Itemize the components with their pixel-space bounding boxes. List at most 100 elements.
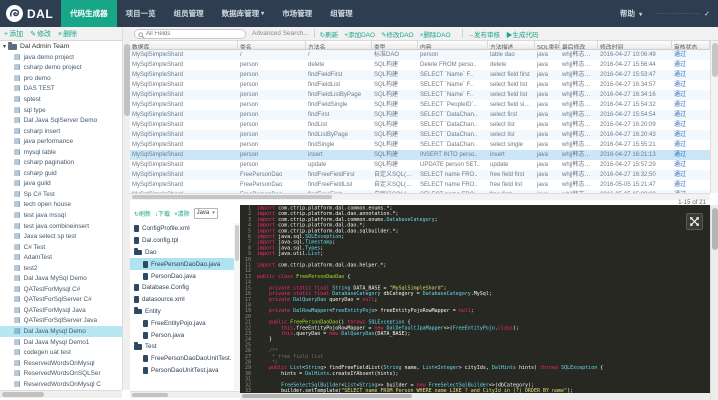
tree-item[interactable]: ▤ QATestForMysql C# [0,284,122,295]
table-row[interactable]: MySqlSimpleShard person update SQL构建 UPDATE … [130,160,710,170]
nav-item-数据库管理[interactable]: 数据库管理 ▾ [213,0,274,27]
column-header-4[interactable]: 内容 [418,41,488,49]
scrollbar-thumb[interactable] [132,393,168,397]
tree-item[interactable]: ▤ codegen uat test [0,347,122,358]
tree-item[interactable]: ▤ java guild [0,179,122,190]
table-row[interactable]: MySqlSimpleShard / / 标准DAO person table dao ja… [130,50,710,60]
table-row[interactable]: MySqlSimpleShard FreePersonDao findFreeFie… [130,170,710,180]
tree-item[interactable]: ▤ Dal Java Mysql Demo1 [0,337,122,348]
cell-审核状态[interactable]: 通过 [672,60,710,70]
help-menu[interactable]: 帮助 ▾ [620,8,642,19]
project-tree-vertical-scrollbar[interactable] [122,28,130,390]
tree-item[interactable]: ▤ Sp C# Test [0,189,122,200]
gen-下载-button[interactable]: ↓下载 [155,209,170,218]
column-header-5[interactable]: 方法描述 [488,41,535,49]
table-row[interactable]: MySqlSimpleShard person findFirst SQL构建 SELE… [130,110,710,120]
nav-item-项目一览[interactable]: 项目一览 [117,0,165,27]
cell-审核状态[interactable]: 通过 [672,90,710,100]
tree-item[interactable]: ▤ Dal Java SqlServer Demo [0,115,122,126]
tree-item[interactable]: ▤ test java combineinsert [0,221,122,232]
tree-item[interactable]: ▤ csharp pagination [0,157,122,168]
language-select[interactable]: Java ▾ [193,207,218,219]
gen-刷新-button[interactable]: ↻刷新 [134,209,151,218]
table-row[interactable]: MySqlSimpleShard person findFieldFirst SQL构… [130,70,710,80]
code-horizontal-scrollbar[interactable] [240,393,710,400]
dao-删除DAO-button[interactable]: ×删除DAO [420,29,451,39]
column-header-8[interactable]: 修改时间 [598,41,672,49]
column-header-7[interactable]: 最后修改 [560,41,598,49]
cell-审核状态[interactable]: 通过 [672,50,710,60]
tree-item[interactable]: ▤ QATestForSqlServer C# [0,295,122,306]
column-header-0[interactable]: 数据库 [130,41,238,49]
table-row[interactable]: MySqlSimpleShard person findFieldListByPag… [130,90,710,100]
tree-item[interactable]: ▤ DAS TEST [0,84,122,95]
file-tree-horizontal-scrollbar[interactable] [130,391,240,398]
code-vertical-scrollbar[interactable] [710,205,718,400]
tree-item[interactable]: ▤ test2 [0,263,122,274]
file-tree-file-FreePersonDaoDao.java[interactable]: FreePersonDaoDao.java [130,258,234,271]
cell-审核状态[interactable]: 通过 [672,100,710,110]
advanced-search-link[interactable]: Advanced Search... [252,30,309,37]
cell-审核状态[interactable]: 通过 [672,120,710,130]
search-input[interactable] [146,30,236,37]
file-tree-file-datasource.xml[interactable]: datasource.xml [130,294,234,306]
file-tree-file-FreeEntityPojo.java[interactable]: FreeEntityPojo.java [130,317,234,329]
tree-添加-button[interactable]: +添加 [4,29,23,39]
nav-item-组管理[interactable]: 组管理 [321,0,362,27]
tree-root-dal-admin-team[interactable]: ▾ Dal Admin Team [0,41,122,52]
cell-审核状态[interactable]: 通过 [672,130,710,140]
column-header-3[interactable]: 类型 [372,41,418,49]
scrollbar-thumb[interactable] [712,43,718,77]
file-tree-file-ConfigProfile.xml[interactable]: ConfigProfile.xml [130,223,234,235]
column-header-9[interactable]: 审核状态 [672,41,710,49]
cell-审核状态[interactable]: 通过 [672,110,710,120]
tree-item[interactable]: ▤ test java mssql [0,210,122,221]
tree-expander-icon[interactable]: ▾ [3,43,6,50]
column-header-1[interactable]: 类名 [238,41,306,49]
tree-item[interactable]: ▤ pro demo [0,73,122,84]
cell-审核状态[interactable]: 通过 [672,180,710,190]
tree-item[interactable]: ▤ mysql table [0,147,122,158]
tree-item[interactable]: ▤ AdamTest [0,252,122,263]
dao-修改DAO-button[interactable]: ✎修改DAO [381,29,414,39]
file-tree-file-Person.java[interactable]: Person.java [130,329,234,341]
nav-item-代码生成器[interactable]: 代码生成器 [61,0,117,27]
file-tree-folder-Entity[interactable]: Entity [130,306,234,318]
cell-审核状态[interactable]: 通过 [672,170,710,180]
method-table-vertical-scrollbar[interactable] [710,41,718,193]
tree-item[interactable]: ▤ tech open house [0,200,122,211]
tree-item[interactable]: ▤ java performance [0,136,122,147]
project-tree-horizontal-scrollbar[interactable] [0,390,122,398]
tree-删除-button[interactable]: ×删除 [58,29,77,39]
table-row[interactable]: MySqlSimpleShard person delete SQL构建 Delete … [130,60,710,70]
tree-item[interactable]: ▤ Dal Java MySql Demo [0,273,122,284]
scrollbar-thumb[interactable] [2,392,44,397]
table-row[interactable]: MySqlSimpleShard FreePersonDao findFreeFie… [130,180,710,190]
file-tree-file-PersonDaoUnitTest.java[interactable]: PersonDaoUnitTest.java [130,365,234,377]
cell-审核状态[interactable]: 通过 [672,80,710,90]
file-tree-folder-Dao[interactable]: Dao [130,247,234,259]
scrollbar-thumb[interactable] [242,394,412,398]
tree-item[interactable]: ▤ csharp demo project [0,63,122,74]
dao-发布审核-button[interactable]: →发布审核 [468,29,501,39]
tree-item[interactable]: ▤ Dal Java Mysql Demo [0,326,122,337]
fullscreen-icon[interactable] [686,213,703,230]
tree-item[interactable]: ▤ QATestForMysql Java [0,305,122,316]
table-row[interactable]: MySqlSimpleShard person findListByPage SQL构… [130,130,710,140]
gen-清除-button[interactable]: ×清除 [174,209,190,218]
file-tree-file-FreePersonDaoDaoUnitTest.[interactable]: FreePersonDaoDaoUnitTest. [130,353,234,365]
dao-刷新-button[interactable]: ↻刷新 [320,29,338,39]
tree-item[interactable]: ▤ C# Test [0,242,122,253]
cell-审核状态[interactable]: 通过 [672,140,710,150]
table-row[interactable]: MySqlSimpleShard person insert SQL构建 INSERT … [130,150,710,160]
file-tree-folder-Test[interactable]: Test [130,341,234,353]
file-tree-file-Database.Config[interactable]: Database.Config [130,282,234,294]
file-tree-file-Dal.config.tpl[interactable]: Dal.config.tpl [130,235,234,247]
table-row[interactable]: MySqlSimpleShard person findList SQL构建 SELEC… [130,120,710,130]
column-header-6[interactable]: SQL类别 [535,41,560,49]
dao-添加DAO-button[interactable]: +添加DAO [344,29,375,39]
tree-item[interactable]: ▤ ReservedWordsOnMysql C [0,379,122,390]
cell-审核状态[interactable]: 通过 [672,70,710,80]
file-tree-file-PersonDao.java[interactable]: PersonDao.java [130,270,234,282]
scrollbar-thumb[interactable] [712,208,718,250]
